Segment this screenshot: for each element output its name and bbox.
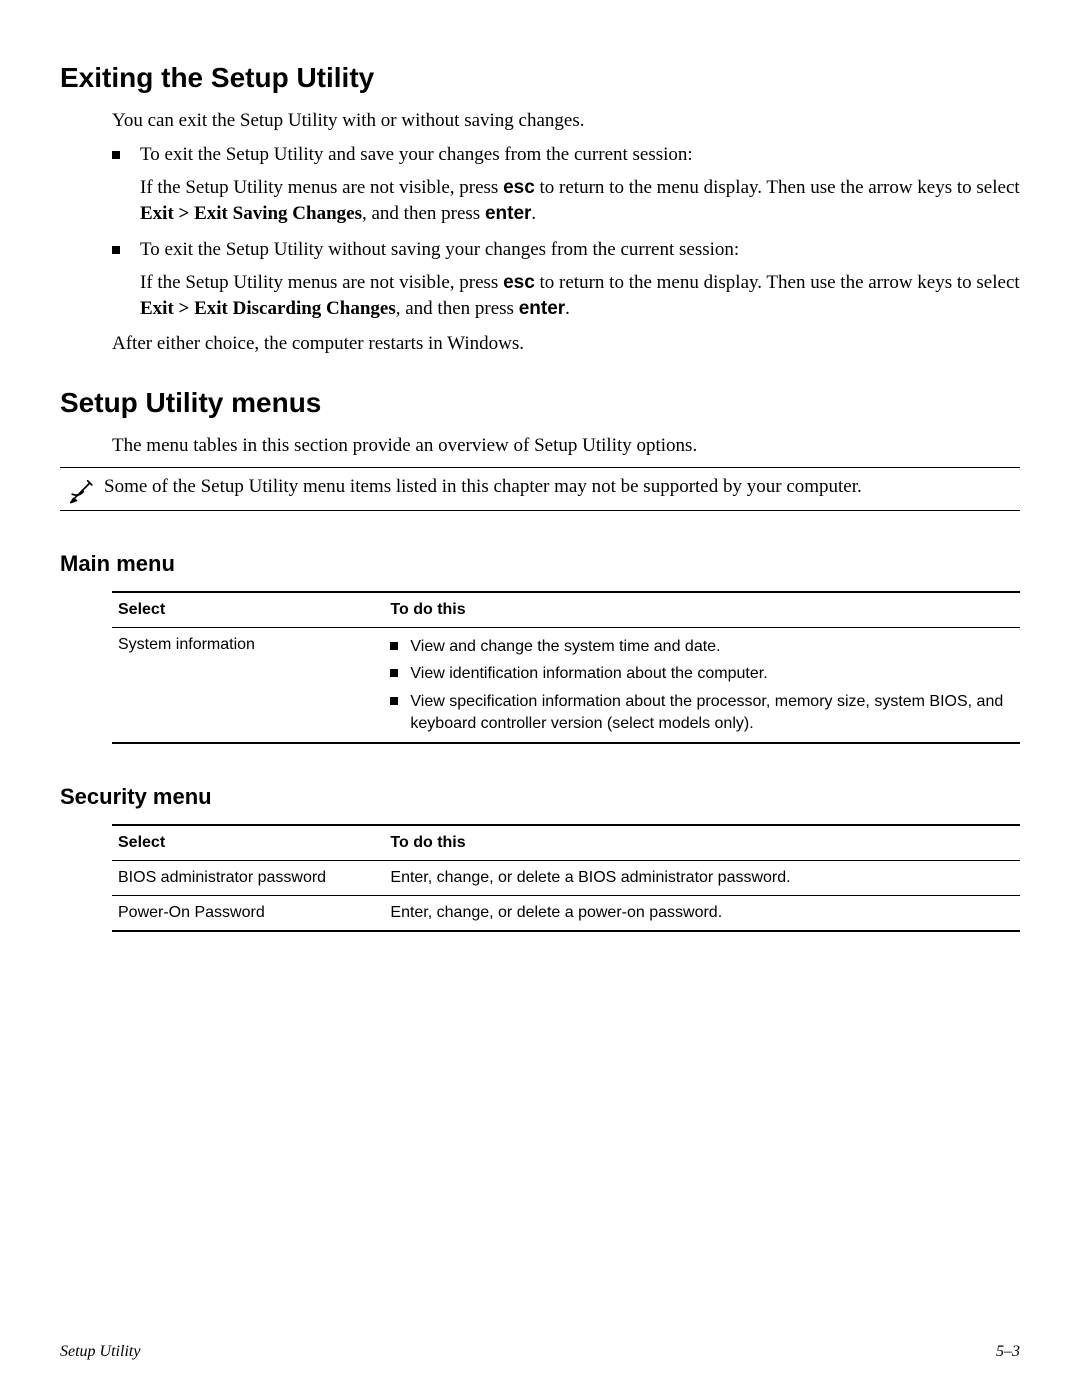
text-fragment: to return to the menu display. Then use … (535, 272, 1020, 293)
exit-bullet-save-text: To exit the Setup Utility and save your … (140, 144, 693, 165)
keycap-esc: esc (503, 272, 535, 293)
page: Exiting the Setup Utility You can exit t… (0, 0, 1080, 1397)
menu-path-exit-saving: Exit > Exit Saving Changes (140, 203, 362, 224)
cell-todo: Enter, change, or delete a BIOS administ… (384, 861, 1020, 896)
heading-exiting-setup-utility: Exiting the Setup Utility (60, 62, 1020, 94)
footer-section-title: Setup Utility (60, 1343, 140, 1361)
menus-intro-wrap: The menu tables in this section provide … (60, 433, 1020, 459)
main-menu-table: Select To do this System information Vie… (112, 591, 1020, 744)
note-rule-bottom (60, 510, 1020, 511)
text-fragment: , and then press (396, 298, 519, 319)
cell-bullet-list: View and change the system time and date… (390, 636, 1014, 734)
cell-select: BIOS administrator password (112, 861, 384, 896)
text-fragment: , and then press (362, 203, 485, 224)
th-select: Select (112, 592, 384, 628)
exit-section-body: You can exit the Setup Utility with or w… (60, 108, 1020, 357)
table-row: Power-On Password Enter, change, or dele… (112, 896, 1020, 932)
heading-security-menu: Security menu (60, 784, 1020, 810)
page-footer: Setup Utility 5–3 (60, 1343, 1020, 1361)
text-fragment: If the Setup Utility menus are not visib… (140, 177, 503, 198)
list-item: View and change the system time and date… (390, 636, 1014, 658)
table-header-row: Select To do this (112, 825, 1020, 861)
table-row: BIOS administrator password Enter, chang… (112, 861, 1020, 896)
th-todo: To do this (384, 592, 1020, 628)
note-icon (60, 474, 104, 504)
keycap-enter: enter (519, 298, 565, 319)
keycap-enter: enter (485, 203, 531, 224)
cell-todo: View and change the system time and date… (384, 627, 1020, 743)
heading-setup-utility-menus: Setup Utility menus (60, 387, 1020, 419)
exit-bullet-save-detail: If the Setup Utility menus are not visib… (140, 175, 1020, 226)
pencil-note-icon (68, 476, 96, 504)
exit-bullet-discard: To exit the Setup Utility without saving… (112, 237, 1020, 322)
cell-select: Power-On Password (112, 896, 384, 932)
th-select: Select (112, 825, 384, 861)
table-row: System information View and change the s… (112, 627, 1020, 743)
table-header-row: Select To do this (112, 592, 1020, 628)
exit-intro-paragraph: You can exit the Setup Utility with or w… (112, 108, 1020, 134)
note-text: Some of the Setup Utility menu items lis… (104, 474, 1020, 504)
text-fragment: to return to the menu display. Then use … (535, 177, 1020, 198)
cell-todo: Enter, change, or delete a power-on pass… (384, 896, 1020, 932)
text-fragment: . (531, 203, 536, 224)
footer-page-number: 5–3 (996, 1343, 1020, 1361)
note-rule-top (60, 467, 1020, 468)
text-fragment: . (565, 298, 570, 319)
list-item: View identification information about th… (390, 663, 1014, 685)
th-todo: To do this (384, 825, 1020, 861)
exit-bullets: To exit the Setup Utility and save your … (112, 142, 1020, 322)
exit-bullet-discard-text: To exit the Setup Utility without saving… (140, 239, 739, 260)
menu-path-exit-discarding: Exit > Exit Discarding Changes (140, 298, 396, 319)
cell-select: System information (112, 627, 384, 743)
list-item: View specification information about the… (390, 691, 1014, 734)
note-block: Some of the Setup Utility menu items lis… (60, 467, 1020, 511)
menus-intro-paragraph: The menu tables in this section provide … (112, 433, 1020, 459)
exit-bullet-discard-detail: If the Setup Utility menus are not visib… (140, 270, 1020, 321)
heading-main-menu: Main menu (60, 551, 1020, 577)
text-fragment: If the Setup Utility menus are not visib… (140, 272, 503, 293)
exit-after-paragraph: After either choice, the computer restar… (112, 331, 1020, 357)
security-menu-table: Select To do this BIOS administrator pas… (112, 824, 1020, 932)
keycap-esc: esc (503, 177, 535, 198)
exit-bullet-save: To exit the Setup Utility and save your … (112, 142, 1020, 227)
